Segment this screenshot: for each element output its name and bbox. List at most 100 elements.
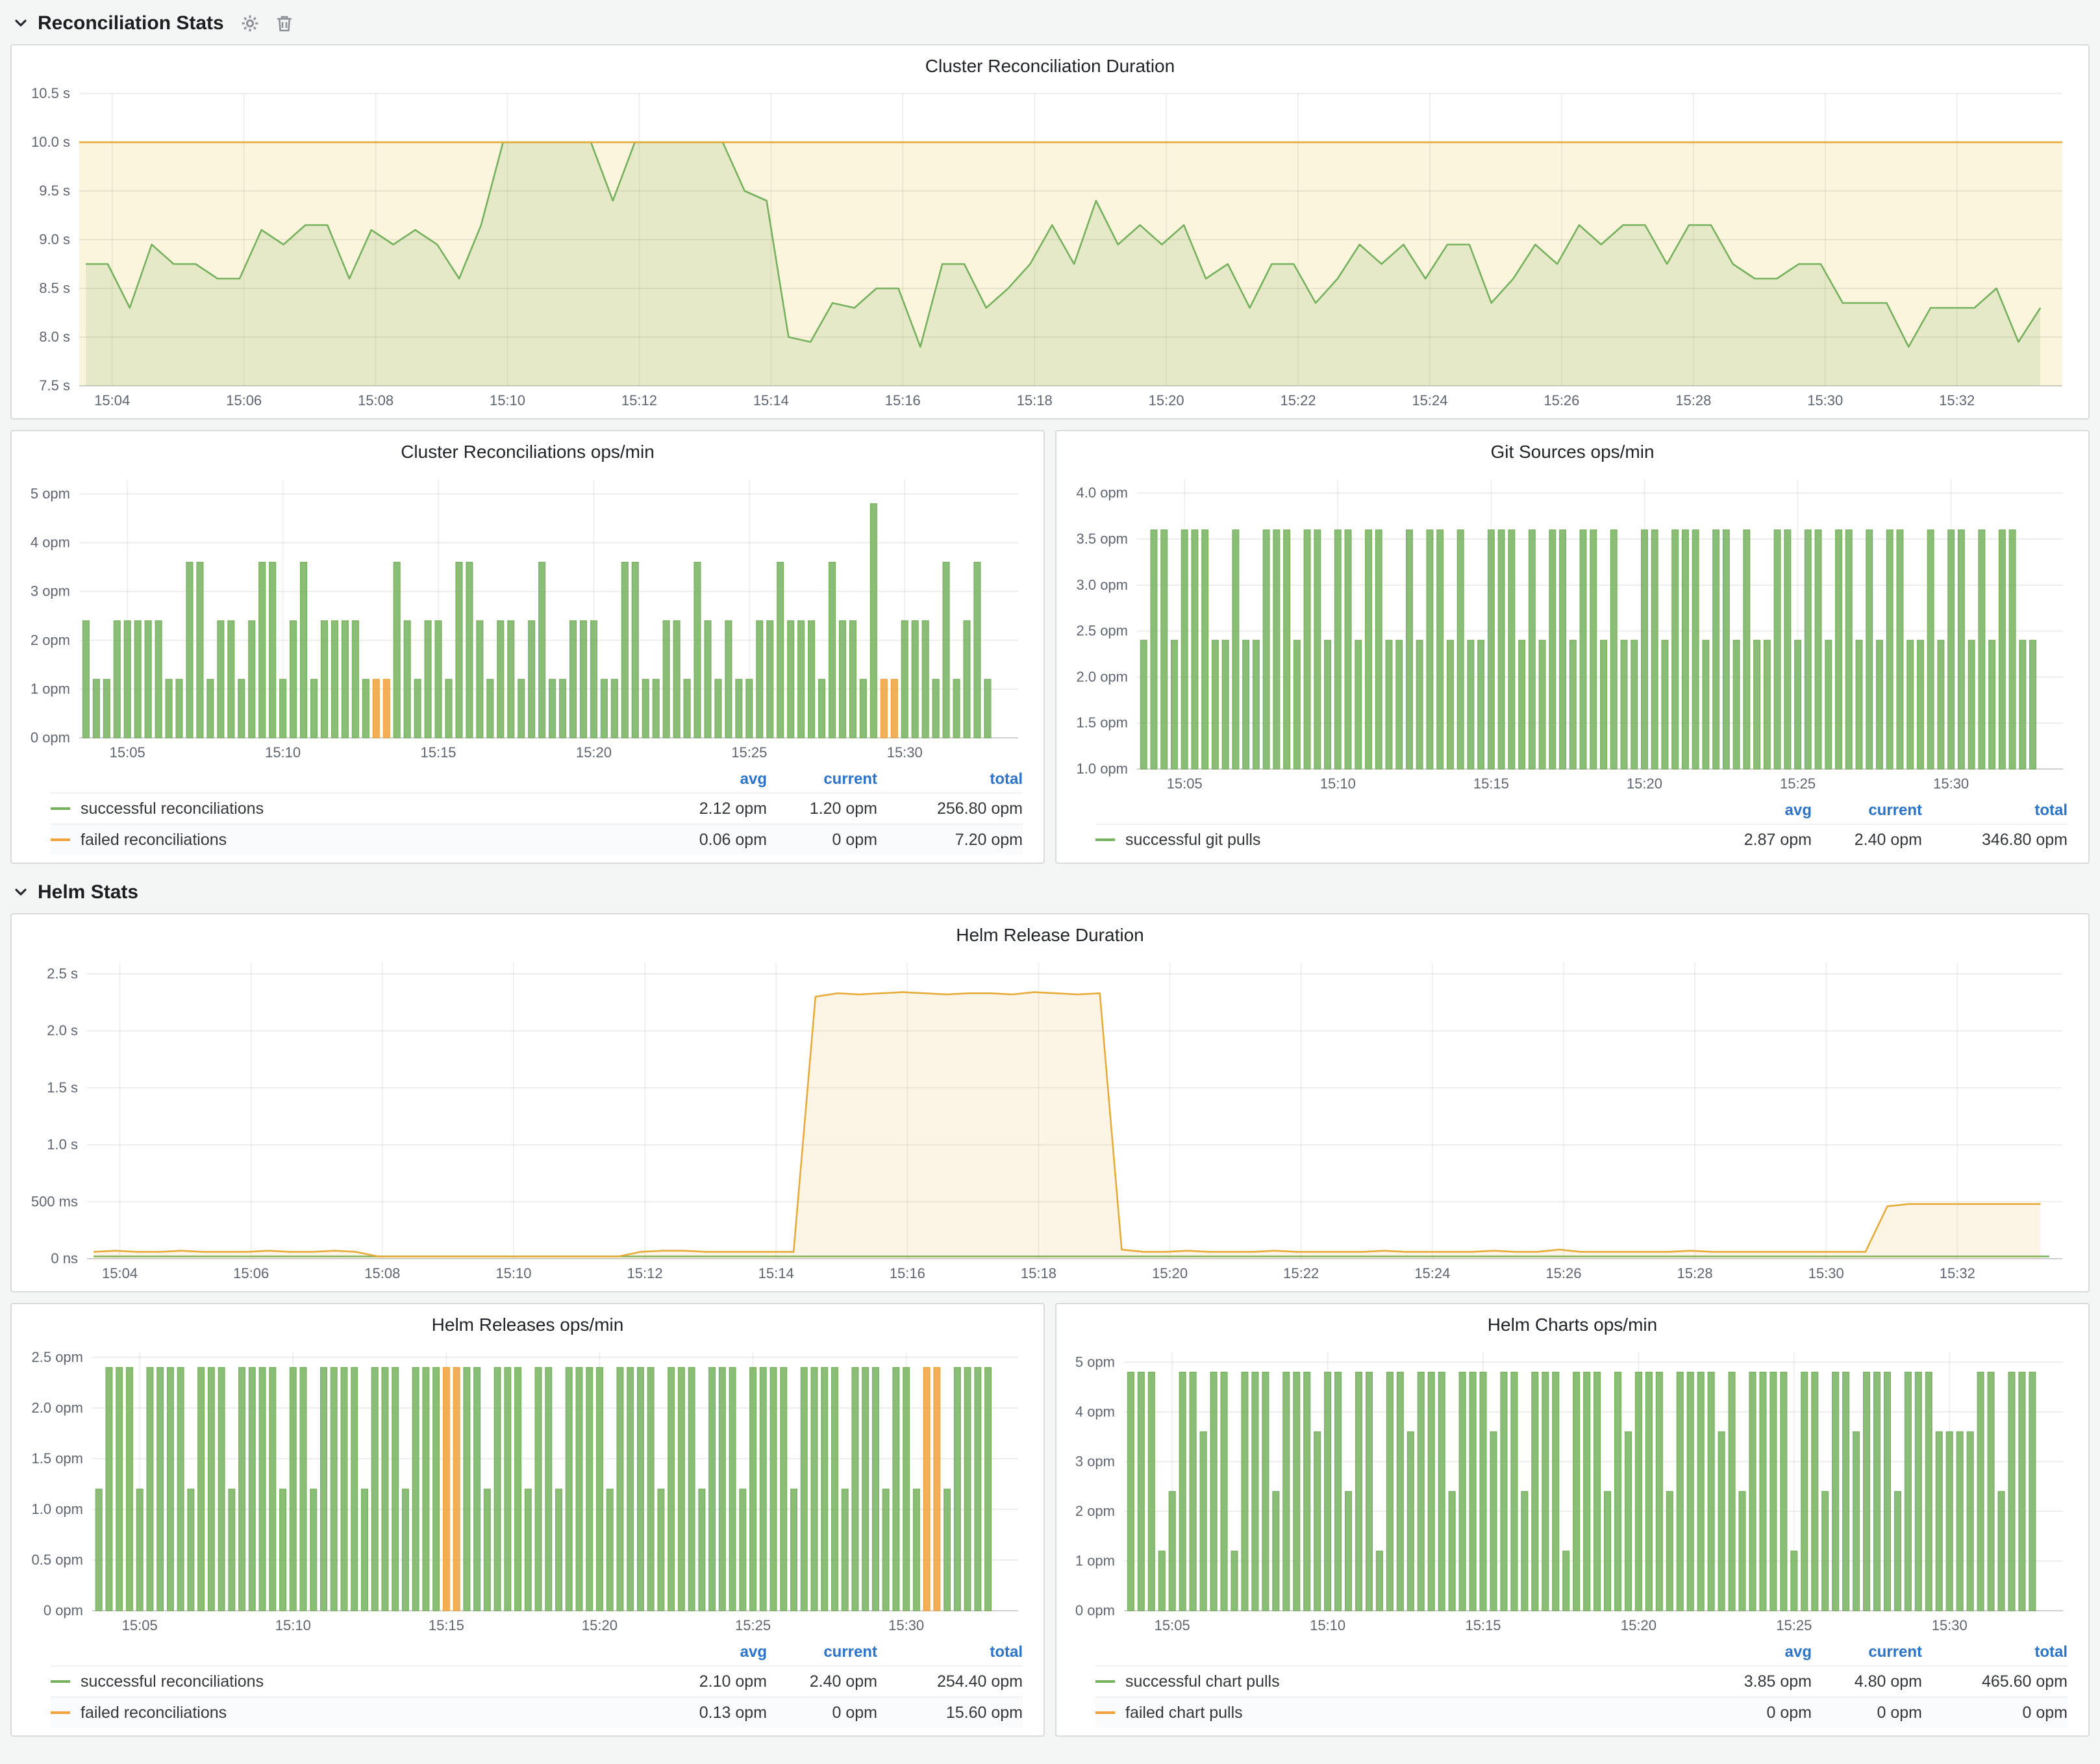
svg-text:5 opm: 5 opm (1075, 1354, 1115, 1370)
legend-sort-total[interactable]: total (1922, 798, 2068, 824)
svg-text:1.0 opm: 1.0 opm (32, 1501, 84, 1517)
panel-git-sources-opm: Git Sources ops/min 1.0 opm1.5 opm2.0 op… (1055, 430, 2090, 864)
svg-text:15:04: 15:04 (94, 392, 130, 409)
svg-text:2.5 opm: 2.5 opm (1077, 623, 1129, 639)
series-color-swatch (51, 1711, 70, 1714)
panel-title[interactable]: Cluster Reconciliation Duration (19, 52, 2081, 81)
legend-sort-current[interactable]: current (1812, 1639, 1922, 1665)
legend-total-value: 256.80 opm (877, 794, 1023, 824)
svg-text:15:30: 15:30 (887, 744, 923, 761)
svg-text:0.5 opm: 0.5 opm (32, 1552, 84, 1568)
svg-text:15:15: 15:15 (420, 744, 456, 761)
legend-avg-value: 0.06 opm (644, 825, 767, 855)
legend-row-successful-reconciliations: successful reconciliations 2.10 opm 2.40… (51, 1665, 1023, 1696)
legend-sort-current[interactable]: current (1812, 798, 1922, 824)
legend-sort-total[interactable]: total (877, 1639, 1023, 1665)
svg-text:2 opm: 2 opm (1075, 1503, 1115, 1519)
legend-sort-avg[interactable]: avg (644, 766, 767, 792)
legend-current-value: 0 opm (767, 1698, 877, 1728)
series-color-swatch (1095, 1711, 1115, 1714)
svg-text:3 opm: 3 opm (1075, 1453, 1115, 1469)
series-color-swatch (1095, 838, 1115, 841)
chart-cluster-reconciliation-duration[interactable]: 7.5 s8.0 s8.5 s9.0 s9.5 s10.0 s10.5 s15:… (19, 81, 2081, 413)
svg-text:7.5 s: 7.5 s (39, 377, 70, 394)
svg-text:15:05: 15:05 (1167, 775, 1203, 792)
legend-series-label[interactable]: successful chart pulls (1095, 1667, 1688, 1696)
legend-sort-avg[interactable]: avg (644, 1639, 767, 1665)
panel-title[interactable]: Helm Release Duration (19, 921, 2081, 950)
legend-avg-value: 2.12 opm (644, 794, 767, 824)
legend-series-label[interactable]: failed reconciliations (51, 825, 644, 855)
chart-helm-releases-opm[interactable]: 0 opm0.5 opm1.0 opm1.5 opm2.0 opm2.5 opm… (19, 1339, 1036, 1638)
svg-text:15:15: 15:15 (1473, 775, 1509, 792)
chart-helm-charts-opm[interactable]: 0 opm1 opm2 opm3 opm4 opm5 opm15:0515:10… (1064, 1339, 2081, 1638)
series-color-swatch (51, 1680, 70, 1683)
legend-current-value: 2.40 opm (767, 1667, 877, 1696)
chart-helm-release-duration[interactable]: 0 ns500 ms1.0 s1.5 s2.0 s2.5 s15:0415:06… (19, 950, 2081, 1286)
panel-helm-releases-opm: Helm Releases ops/min 0 opm 0.5 opm 1.0 op… (10, 1303, 1045, 1737)
svg-text:15:30: 15:30 (1808, 1265, 1844, 1281)
svg-text:0 opm: 0 opm (44, 1602, 83, 1619)
svg-text:15:24: 15:24 (1412, 392, 1447, 409)
chevron-down-icon[interactable] (13, 16, 29, 31)
legend-series-label[interactable]: failed reconciliations (51, 1698, 644, 1728)
svg-text:15:26: 15:26 (1545, 1265, 1581, 1281)
legend-row-successful-reconciliations: successful reconciliations 2.12 opm 1.20… (51, 792, 1023, 824)
svg-text:15:10: 15:10 (275, 1617, 311, 1633)
legend-total-value: 465.60 opm (1922, 1667, 2068, 1696)
svg-text:15:16: 15:16 (885, 392, 921, 409)
legend-series-label[interactable]: successful reconciliations (51, 1667, 644, 1696)
legend-avg-value: 0 opm (1688, 1698, 1812, 1728)
legend-series-label[interactable]: successful git pulls (1095, 825, 1688, 855)
panel-row-1: Cluster Reconciliations ops/min 0 opm1 o… (10, 430, 2090, 864)
section-title[interactable]: Helm Stats (38, 881, 138, 903)
legend-sort-current[interactable]: current (767, 1639, 877, 1665)
panel-title[interactable]: Helm Charts ops/min (1064, 1311, 2081, 1339)
legend-sort-total[interactable]: total (877, 766, 1023, 792)
legend-sort-current[interactable]: current (767, 766, 877, 792)
svg-text:15:20: 15:20 (576, 744, 612, 761)
chart-git-sources-opm[interactable]: 1.0 opm1.5 opm2.0 opm2.5 opm3.0 opm3.5 o… (1064, 466, 2081, 796)
section-header-helm-stats: Helm Stats (10, 872, 2090, 913)
trash-icon[interactable] (276, 14, 293, 32)
panel-title[interactable]: Git Sources ops/min (1064, 438, 2081, 466)
svg-text:2 opm: 2 opm (31, 632, 70, 648)
svg-text:15:14: 15:14 (753, 392, 789, 409)
legend-header: avg current total (1095, 1639, 2068, 1665)
series-color-swatch (1095, 1680, 1115, 1683)
legend-sort-avg[interactable]: avg (1688, 798, 1812, 824)
svg-text:15:10: 15:10 (490, 392, 525, 409)
svg-text:15:25: 15:25 (731, 744, 767, 761)
svg-text:15:20: 15:20 (582, 1617, 618, 1633)
svg-text:2.0 opm: 2.0 opm (1077, 668, 1129, 685)
svg-text:2.5 s: 2.5 s (47, 966, 78, 982)
panel-title[interactable]: Cluster Reconciliations ops/min (19, 438, 1036, 466)
svg-text:15:10: 15:10 (265, 744, 301, 761)
svg-text:500 ms: 500 ms (31, 1193, 78, 1209)
svg-text:10.5 s: 10.5 s (31, 85, 70, 101)
svg-text:15:16: 15:16 (890, 1265, 925, 1281)
legend-series-label[interactable]: successful reconciliations (51, 794, 644, 824)
legend-total-value: 346.80 opm (1922, 825, 2068, 855)
svg-text:15:04: 15:04 (102, 1265, 138, 1281)
panel-title[interactable]: Helm Releases ops/min (19, 1311, 1036, 1339)
svg-text:8.5 s: 8.5 s (39, 280, 70, 296)
svg-text:15:20: 15:20 (1152, 1265, 1188, 1281)
gear-icon[interactable] (241, 14, 259, 32)
legend-git-sources: avg current total successful git pulls 2… (1064, 796, 2081, 857)
svg-text:1.5 s: 1.5 s (47, 1079, 78, 1096)
section-title[interactable]: Reconciliation Stats (38, 12, 224, 34)
legend-series-label[interactable]: failed chart pulls (1095, 1698, 1688, 1728)
legend-header: avg current total (1095, 798, 2068, 824)
svg-text:1.5 opm: 1.5 opm (1077, 714, 1129, 731)
legend-cluster-reconciliations: avg current total successful reconciliat… (19, 765, 1036, 857)
svg-text:15:28: 15:28 (1675, 392, 1711, 409)
svg-text:10.0 s: 10.0 s (31, 134, 70, 150)
legend-sort-total[interactable]: total (1922, 1639, 2068, 1665)
legend-sort-avg[interactable]: avg (1688, 1639, 1812, 1665)
legend-header: avg current total (51, 766, 1023, 792)
panel-cluster-reconciliation-duration: Cluster Reconciliation Duration 7.5 s8.0… (10, 44, 2090, 420)
legend-current-value: 4.80 opm (1812, 1667, 1922, 1696)
chart-cluster-reconciliations-opm[interactable]: 0 opm1 opm2 opm3 opm4 opm5 opm15:0515:10… (19, 466, 1036, 765)
chevron-down-icon[interactable] (13, 885, 29, 900)
